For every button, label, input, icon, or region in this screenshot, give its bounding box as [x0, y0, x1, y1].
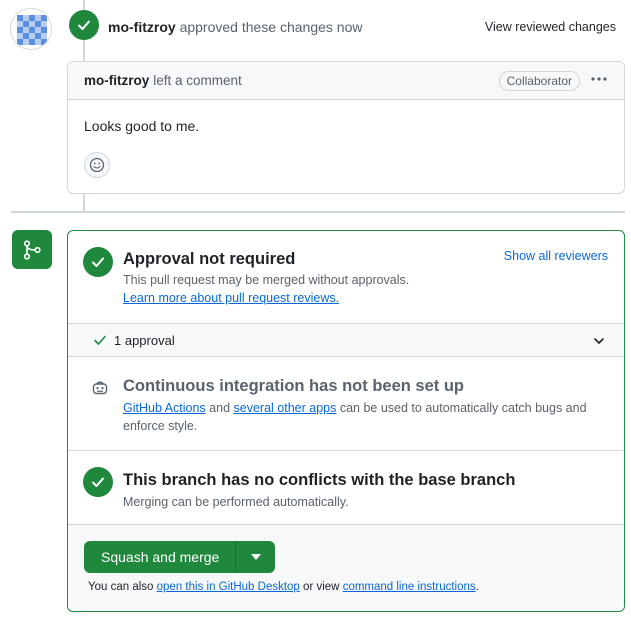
ci-description: GitHub Actions and several other apps ca…: [123, 399, 603, 435]
merge-method-dropdown[interactable]: [235, 541, 276, 573]
command-line-link[interactable]: command line instructions: [343, 581, 476, 593]
merge-footnote: You can also open this in GitHub Desktop…: [88, 581, 479, 593]
identicon-icon: [11, 9, 51, 49]
approval-status-circle: [83, 247, 113, 277]
conflicts-title: This branch has no conflicts with the ba…: [123, 471, 516, 489]
robot-icon: [92, 381, 108, 395]
github-actions-link[interactable]: GitHub Actions: [123, 401, 206, 415]
smiley-icon: [89, 157, 105, 173]
squash-and-merge-button[interactable]: Squash and merge: [84, 541, 236, 573]
comment-header: mo-fitzroy left a comment Collaborator: [68, 62, 624, 100]
approved-badge: [69, 10, 99, 40]
avatar[interactable]: [10, 8, 52, 50]
conflicts-section: This branch has no conflicts with the ba…: [68, 451, 624, 525]
ci-title: Continuous integration has not been set …: [123, 377, 464, 395]
approval-title: Approval not required: [123, 250, 296, 268]
footnote-middle: or view: [303, 581, 340, 593]
footnote-suffix: .: [475, 581, 479, 593]
check-icon: [92, 477, 104, 487]
check-icon: [78, 20, 90, 30]
triangle-down-icon: [250, 554, 261, 560]
git-merge-icon: [23, 239, 41, 260]
review-header: mo-fitzroy approved these changes now: [108, 19, 362, 35]
review-action: approved these changes: [179, 19, 333, 35]
collaborator-badge: Collaborator: [498, 70, 580, 91]
review-comment: mo-fitzroy left a comment Collaborator L…: [67, 61, 625, 194]
add-reaction-button[interactable]: [84, 152, 110, 178]
merge-box: Approval not required This pull request …: [67, 230, 625, 612]
ci-section: Continuous integration has not been set …: [68, 357, 624, 451]
merge-action-section: Squash and merge You can also open this …: [68, 525, 624, 611]
approvals-count-label: 1 approval: [114, 333, 175, 348]
review-author[interactable]: mo-fitzroy: [108, 19, 176, 35]
conflicts-status-circle: [83, 467, 113, 497]
approval-description: This pull request may be merged without …: [123, 273, 410, 287]
comment-body: Looks good to me.: [84, 118, 200, 134]
open-desktop-link[interactable]: open this in GitHub Desktop: [157, 581, 300, 593]
check-icon: [92, 257, 104, 267]
learn-more-link[interactable]: Learn more about pull request reviews.: [123, 289, 339, 307]
check-icon: [94, 335, 106, 345]
merge-status-icon: [12, 230, 52, 269]
conflicts-description: Merging can be performed automatically.: [123, 495, 349, 509]
comment-action: left a comment: [153, 73, 242, 88]
timeline-separator: [11, 211, 625, 213]
comment-menu-button[interactable]: [590, 71, 608, 91]
kebab-horizontal-icon: [591, 76, 607, 81]
view-reviewed-changes-link[interactable]: View reviewed changes: [485, 20, 616, 34]
approval-section: Approval not required This pull request …: [68, 231, 624, 323]
other-apps-link[interactable]: several other apps: [234, 401, 337, 415]
footnote-prefix: You can also: [88, 581, 154, 593]
review-time[interactable]: now: [337, 19, 363, 35]
approvals-toggle[interactable]: 1 approval: [68, 323, 624, 357]
ci-text-and: and: [209, 401, 231, 415]
merge-button-group: Squash and merge: [84, 541, 276, 573]
comment-author[interactable]: mo-fitzroy: [84, 73, 149, 88]
show-all-reviewers-link[interactable]: Show all reviewers: [504, 249, 608, 263]
chevron-down-icon: [594, 338, 604, 344]
